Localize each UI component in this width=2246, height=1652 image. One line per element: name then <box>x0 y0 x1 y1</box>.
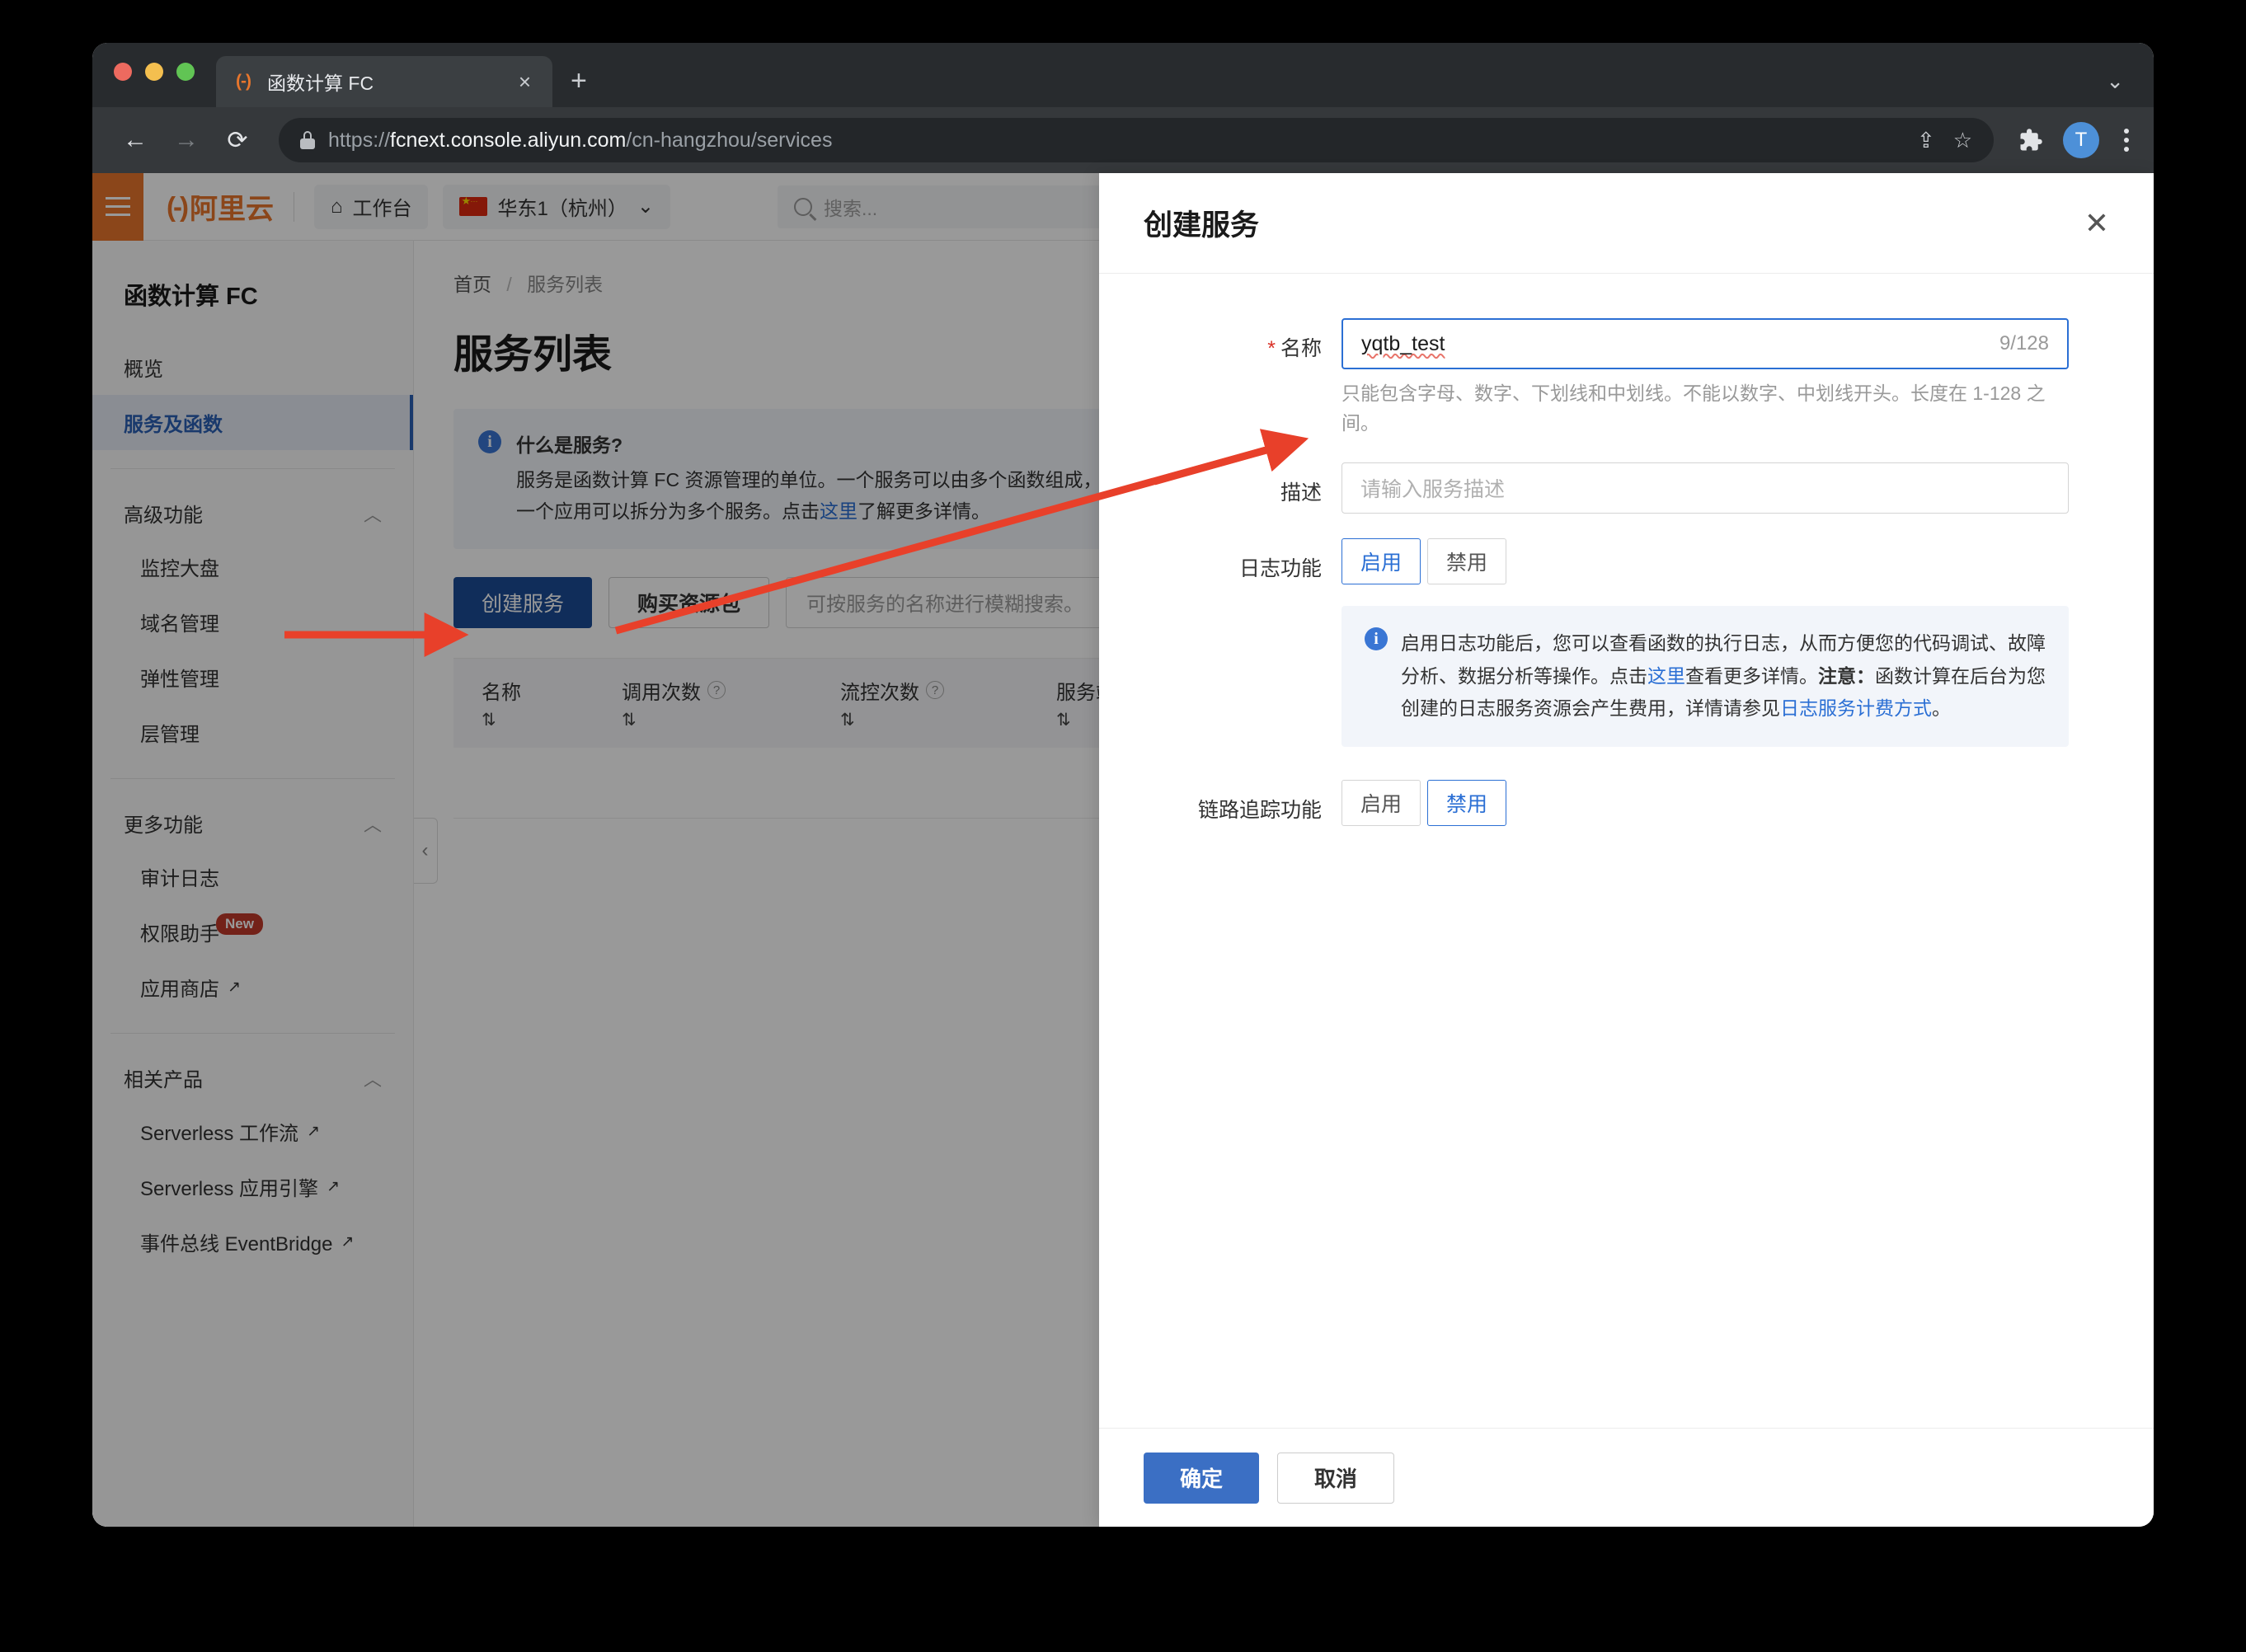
info-icon: i <box>1365 627 1388 651</box>
new-tab-button[interactable]: + <box>571 65 587 97</box>
log-enable-button[interactable]: 启用 <box>1341 538 1421 585</box>
aliyun-fc-favicon-icon: (-) <box>236 72 251 91</box>
log-note-link-pricing[interactable]: 日志服务计费方式 <box>1780 697 1932 719</box>
drawer-header: 创建服务 ✕ <box>1099 173 2154 274</box>
trace-enable-button[interactable]: 启用 <box>1341 779 1421 826</box>
field-row-description: 描述 请输入服务描述 <box>1144 462 2109 514</box>
cancel-button[interactable]: 取消 <box>1277 1452 1395 1504</box>
log-note-banner: i 启用日志功能后，您可以查看函数的执行日志，从而方便您的代码调试、故障分析、数… <box>1341 606 2069 747</box>
required-asterisk: * <box>1267 337 1276 360</box>
browser-toolbar: ← → ⟳ https://fcnext.console.aliyun.com/… <box>92 107 2154 173</box>
log-note-b: 查看更多详情。 <box>1685 664 1818 687</box>
lock-icon <box>300 131 315 149</box>
extensions-puzzle-icon[interactable] <box>2018 128 2043 153</box>
log-note-bold: 注意： <box>1818 664 1875 687</box>
address-bar[interactable]: https://fcnext.console.aliyun.com/cn-han… <box>279 118 1994 162</box>
drawer-title: 创建服务 <box>1144 209 1260 242</box>
drawer-body: * 名称 yqtb_test 9/128 只能包含字母、数字、下划线和中划线。不能… <box>1099 274 2154 1428</box>
close-icon[interactable]: × <box>512 68 538 96</box>
maximize-window-button[interactable] <box>176 63 195 81</box>
log-note-link-here[interactable]: 这里 <box>1647 665 1685 687</box>
log-note-text: 启用日志功能后，您可以查看函数的执行日志，从而方便您的代码调试、故障分析、数据分… <box>1401 627 2046 725</box>
log-disable-button[interactable]: 禁用 <box>1427 538 1507 585</box>
char-counter: 9/128 <box>1999 332 2049 354</box>
window-controls <box>114 43 195 107</box>
name-label-text: 名称 <box>1280 337 1322 360</box>
trace-disable-button[interactable]: 禁用 <box>1427 779 1507 826</box>
create-service-drawer: 创建服务 ✕ * 名称 yqtb_test 9/128 只能包含字母、数字、下划线… <box>1099 173 2154 1527</box>
name-help-text: 只能包含字母、数字、下划线和中划线。不能以数字、中划线开头。长度在 1-128 … <box>1341 382 2046 434</box>
share-icon[interactable]: ⇪ <box>1917 128 1935 153</box>
log-note-d: 。 <box>1932 697 1951 720</box>
service-description-input[interactable]: 请输入服务描述 <box>1341 462 2069 514</box>
field-row-name: * 名称 yqtb_test 9/128 只能包含字母、数字、下划线和中划线。不能… <box>1144 318 2109 438</box>
trace-label: 链路追踪功能 <box>1197 798 1322 822</box>
forward-button[interactable]: → <box>165 119 208 162</box>
service-name-input[interactable]: yqtb_test 9/128 <box>1341 318 2069 369</box>
confirm-button[interactable]: 确定 <box>1144 1452 1260 1504</box>
trace-toggle-group: 启用 禁用 <box>1341 779 2069 826</box>
drawer-footer: 确定 取消 <box>1099 1428 2154 1527</box>
browser-window: (-) 函数计算 FC × + ⌄ ← → ⟳ https://fcnext.c… <box>92 43 2154 1527</box>
reload-button[interactable]: ⟳ <box>216 119 259 162</box>
field-row-trace: 链路追踪功能 启用 禁用 <box>1144 779 2109 826</box>
service-name-value: yqtb_test <box>1361 331 1445 355</box>
field-row-log: 日志功能 启用 禁用 i 启用日志功能后，您可以查看函数的执行日志，从而方便您的… <box>1144 538 2109 755</box>
name-label: * 名称 <box>1144 318 1341 438</box>
kebab-menu-icon[interactable] <box>2124 129 2129 152</box>
browser-tab[interactable]: (-) 函数计算 FC × <box>216 56 552 107</box>
back-button[interactable]: ← <box>114 119 157 162</box>
log-label: 日志功能 <box>1238 557 1322 581</box>
bookmark-star-icon[interactable]: ☆ <box>1953 128 1972 153</box>
description-placeholder: 请输入服务描述 <box>1360 478 1506 502</box>
close-icon[interactable]: ✕ <box>2084 208 2109 238</box>
description-label: 描述 <box>1280 481 1322 505</box>
close-window-button[interactable] <box>114 63 132 81</box>
browser-tab-strip: (-) 函数计算 FC × + ⌄ <box>92 43 2154 107</box>
url-text: https://fcnext.console.aliyun.com/cn-han… <box>328 128 833 152</box>
browser-tab-title: 函数计算 FC <box>267 73 374 94</box>
chevron-down-icon[interactable]: ⌄ <box>2106 68 2124 94</box>
aliyun-console: (-) 阿里云 ⌂ 工作台 华东1（杭州） ⌄ 搜索... 费用 工单 ICP … <box>92 172 2154 1527</box>
profile-avatar[interactable]: T <box>2063 122 2099 158</box>
log-toggle-group: 启用 禁用 <box>1341 538 2069 585</box>
minimize-window-button[interactable] <box>145 63 163 81</box>
